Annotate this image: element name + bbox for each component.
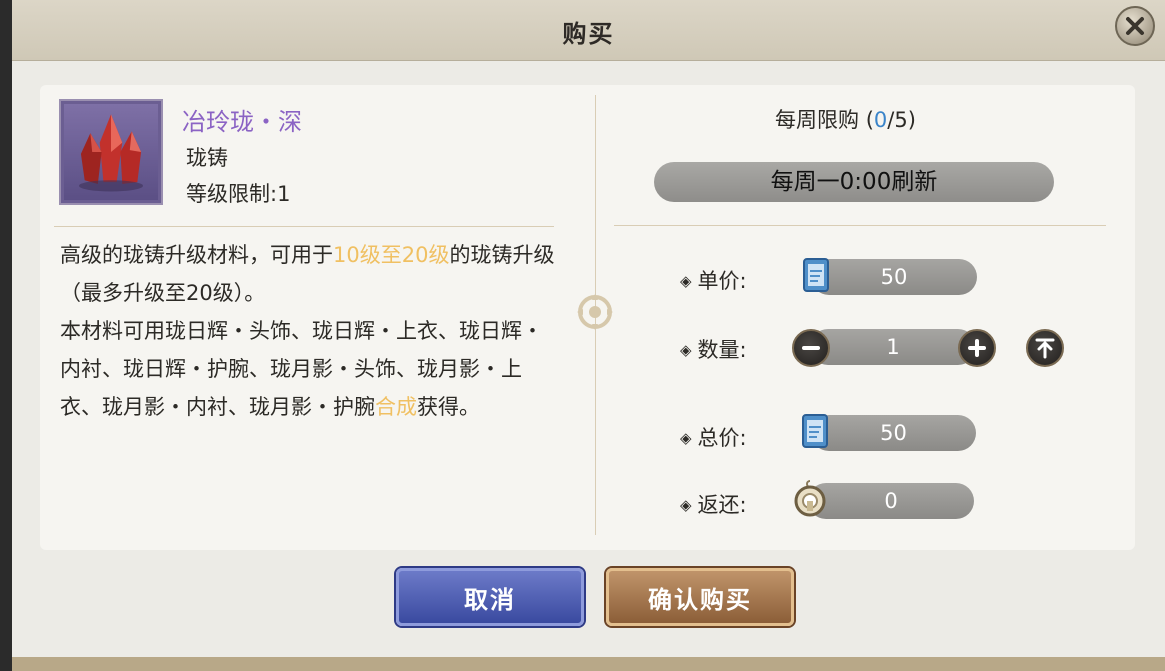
item-description: 高级的珑铸升级材料，可用于10级至20级的珑铸升级（最多升级至20级）。 本材料… [60, 236, 560, 426]
level-value: 1 [277, 182, 291, 206]
ornament-icon [577, 294, 613, 330]
desc-text: 高级的珑铸升级材料，可用于 [60, 243, 333, 267]
unit-price-label: ◈ 单价: [680, 265, 747, 295]
refresh-info: 每周一0:00刷新 [654, 162, 1054, 202]
weekly-max: /5) [887, 108, 916, 132]
item-type: 珑铸 [186, 146, 228, 170]
scroll-currency-icon [803, 258, 829, 292]
max-icon [1035, 338, 1055, 359]
unit-price-text: 单价: [697, 269, 747, 293]
level-label: 等级限制: [186, 182, 278, 206]
total-price-value: 50 [811, 415, 976, 451]
scroll-currency-icon [802, 414, 828, 448]
close-button[interactable] [1115, 6, 1155, 46]
item-level-requirement: 等级限制:1 [186, 178, 290, 208]
bullet-icon: ◈ [680, 496, 692, 514]
purchase-dialog: 购买 冶玲珑・深 珑铸 等级限制:1 高级的珑铸升级材料，可用于10级至20级的… [12, 0, 1165, 671]
content-panel: 冶玲珑・深 珑铸 等级限制:1 高级的珑铸升级材料，可用于10级至20级的珑铸升… [40, 85, 1135, 550]
quantity-field[interactable]: 1 [810, 329, 976, 365]
unit-price-value: 50 [811, 259, 977, 295]
close-icon [1126, 17, 1144, 35]
weekly-count: 0 [873, 108, 888, 132]
divider [54, 226, 554, 227]
total-price-text: 总价: [697, 426, 747, 450]
weekly-limit: 每周限购 (0/5) [775, 104, 916, 134]
weekly-open: ( [865, 108, 874, 132]
weekly-label: 每周限购 [775, 108, 859, 132]
decrease-button[interactable] [792, 329, 830, 367]
bullet-icon: ◈ [680, 272, 692, 290]
desc-highlight: 10级至20级 [333, 243, 450, 267]
increase-button[interactable] [958, 329, 996, 367]
refund-label: ◈ 返还: [680, 489, 747, 519]
coin-icon [794, 480, 826, 517]
quantity-label: ◈ 数量: [680, 334, 747, 364]
plus-icon [968, 339, 986, 357]
item-name: 冶玲珑・深 [182, 108, 302, 136]
bullet-icon: ◈ [680, 429, 692, 447]
red-crystal-icon [79, 114, 143, 192]
refund-value: 0 [808, 483, 974, 519]
total-price-label: ◈ 总价: [680, 422, 747, 452]
bullet-icon: ◈ [680, 341, 692, 359]
confirm-purchase-button[interactable]: 确认购买 [606, 568, 794, 626]
quantity-text: 数量: [697, 338, 747, 362]
minus-icon [802, 346, 820, 350]
refund-text: 返还: [697, 493, 747, 517]
desc-highlight: 合成 [375, 395, 417, 419]
desc-text: 获得。 [417, 395, 480, 419]
cancel-button[interactable]: 取消 [396, 568, 584, 626]
item-icon-frame [59, 99, 163, 205]
title-bar: 购买 [12, 0, 1165, 61]
dialog-title: 购买 [562, 20, 615, 48]
max-quantity-button[interactable] [1026, 329, 1064, 367]
divider [614, 225, 1106, 226]
